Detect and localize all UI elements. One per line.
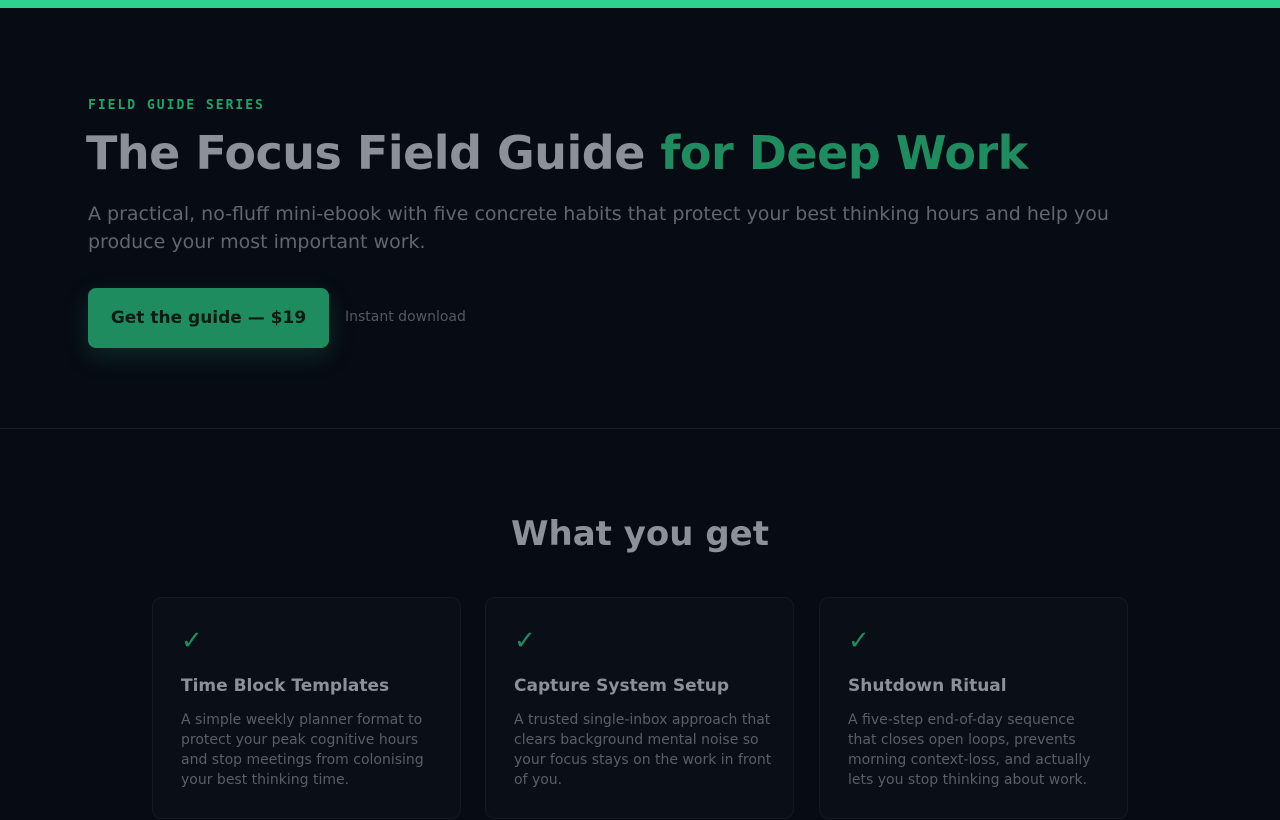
page-title-main: The Focus Field Guide [86,126,661,180]
section-divider [0,428,1280,429]
hero-subtitle: A practical, no-fluff mini-ebook with fi… [88,203,1109,253]
page-title: The Focus Field Guide for Deep Work [86,126,1028,180]
check-icon: ✓ [514,626,536,656]
features-title: What you get [511,514,769,554]
feature-card-description: A trusted single-inbox approach that cle… [514,712,772,788]
feature-card-capture-system: ✓ Capture System Setup A trusted single-… [485,597,794,819]
top-accent-bar [0,0,1280,8]
feature-card-title: Capture System Setup [514,676,730,696]
check-icon: ✓ [848,626,870,656]
feature-card-shutdown-ritual: ✓ Shutdown Ritual A five-step end-of-day… [819,597,1128,819]
check-icon: ✓ [181,626,203,656]
cta-note: Instant download [345,309,466,325]
feature-card-description: A simple weekly planner format to protec… [181,712,424,788]
eyebrow-label: FIELD GUIDE SERIES [88,98,265,113]
feature-card-time-block: ✓ Time Block Templates A simple weekly p… [152,597,461,819]
feature-card-title: Shutdown Ritual [848,676,1007,696]
get-guide-button[interactable]: Get the guide — $19 [88,288,329,348]
page-title-accent: for Deep Work [660,126,1028,180]
feature-card-title: Time Block Templates [181,676,390,696]
feature-card-description: A five-step end-of-day sequence that clo… [848,712,1091,788]
hero-section: FIELD GUIDE SERIES The Focus Field Guide… [0,8,1280,428]
